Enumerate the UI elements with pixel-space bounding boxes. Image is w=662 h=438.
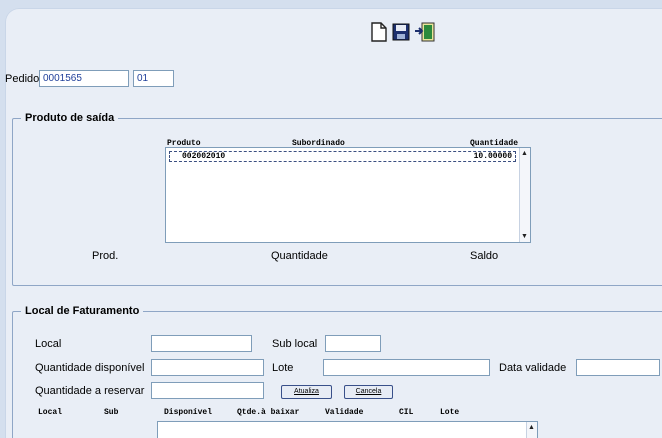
local-faturamento-title: Local de Faturamento [25, 305, 140, 317]
data-validade-field[interactable] [576, 359, 660, 376]
col-validade: Validade [325, 408, 364, 417]
lote-label: Lote [272, 362, 294, 374]
list-scrollbar[interactable]: ▲ ▼ [519, 148, 530, 242]
col-qtde-baixar: Qtde.à baixar [237, 408, 300, 417]
cancela-button[interactable]: Cancela [344, 385, 393, 399]
produto-list[interactable]: 002002010 10.00000 ▲ ▼ [165, 147, 531, 243]
exit-icon[interactable] [414, 22, 436, 42]
qtd-disponivel-field[interactable] [151, 359, 264, 376]
produto-saida-title: Produto de saída [25, 112, 115, 124]
atualiza-button[interactable]: Atualiza [281, 385, 332, 399]
local-field[interactable] [151, 335, 252, 352]
window: Pedido 0001565 01 Produto de saída Produ… [0, 0, 662, 438]
local-scroll-up-icon[interactable]: ▲ [528, 424, 535, 431]
local-list[interactable]: ▲ [157, 421, 538, 438]
row-produto: 002002010 [182, 152, 226, 161]
col-lote: Lote [440, 408, 460, 417]
pedido-label: Pedido [5, 73, 40, 85]
pedido-seq-field[interactable]: 01 [133, 70, 174, 87]
lote-field[interactable] [323, 359, 490, 376]
save-icon[interactable] [392, 22, 410, 42]
footer-saldo-label: Saldo [470, 250, 499, 262]
col-disponivel: Disponível [164, 408, 213, 417]
local-list-scrollbar[interactable]: ▲ [526, 422, 537, 438]
qtd-reservar-field[interactable] [151, 382, 264, 399]
pedido-number-field[interactable]: 0001565 [39, 70, 129, 87]
footer-quantidade-label: Quantidade [271, 250, 328, 262]
col-local: Local [38, 408, 63, 417]
qtd-reservar-label: Quantidade a reservar [35, 385, 145, 397]
col-cil: CIL [399, 408, 414, 417]
sub-local-field[interactable] [325, 335, 381, 352]
new-document-icon[interactable] [370, 22, 388, 42]
data-validade-label: Data validade [499, 362, 567, 374]
sub-local-label: Sub local [272, 338, 318, 350]
qtd-disponivel-label: Quantidade disponível [35, 362, 145, 374]
footer-prod-label: Prod. [92, 250, 119, 262]
scroll-up-icon[interactable]: ▲ [521, 150, 528, 157]
scroll-down-icon[interactable]: ▼ [521, 233, 528, 240]
row-quantidade: 10.00000 [473, 152, 512, 161]
local-label: Local [35, 338, 62, 350]
list-item[interactable]: 002002010 10.00000 [169, 151, 516, 162]
col-sub: Sub [104, 408, 119, 417]
